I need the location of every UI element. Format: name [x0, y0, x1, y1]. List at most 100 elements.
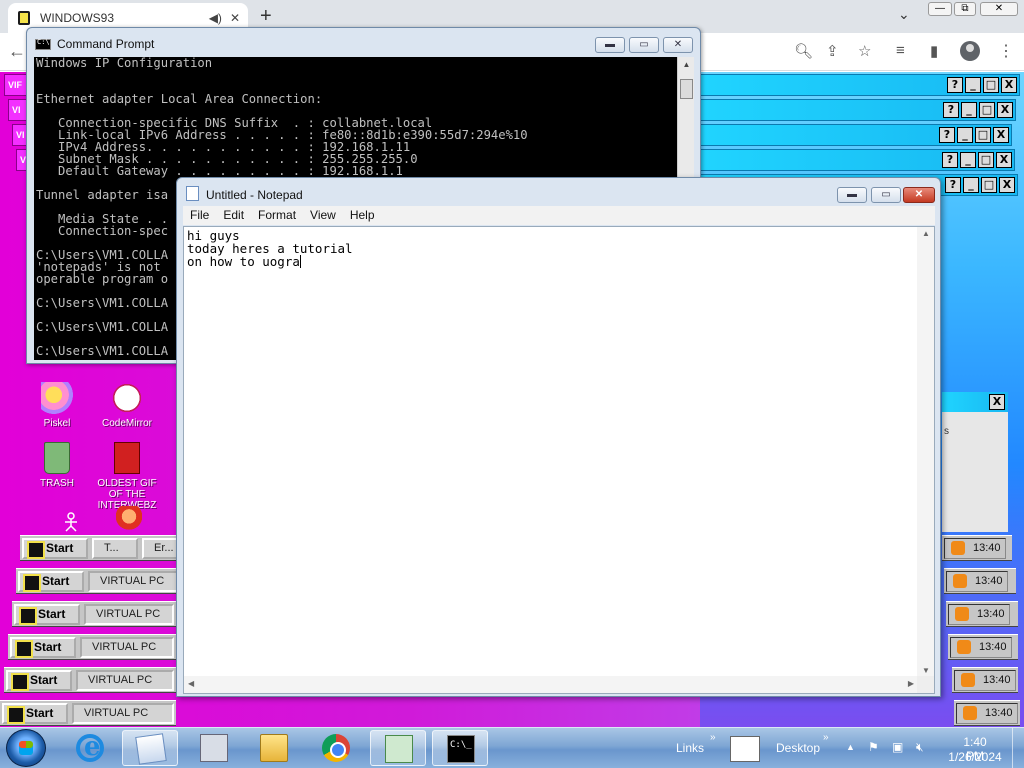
desktop-toolbar-label[interactable]: Desktop [776, 741, 820, 755]
trash-desktop-icon[interactable]: TRASH [22, 442, 92, 489]
w93-maximize-button[interactable]: □ [981, 177, 997, 193]
search-icon[interactable]: 🔍︎ [794, 42, 813, 60]
vertical-scrollbar[interactable]: ▲ ▼ [917, 227, 934, 677]
menu-file[interactable]: File [183, 206, 216, 225]
menu-edit[interactable]: Edit [216, 206, 251, 225]
taskbar-network[interactable] [186, 730, 242, 766]
w93-start-button[interactable]: Start [10, 637, 76, 658]
tab-search-icon[interactable]: ⌄ [898, 6, 910, 23]
start-button[interactable] [6, 729, 46, 767]
network-tray-icon[interactable]: ▣ [892, 740, 906, 754]
media-icon[interactable]: ≡ [896, 42, 905, 59]
speaker-icon[interactable]: ◀) [209, 11, 222, 25]
scroll-left-icon[interactable]: ◀ [188, 679, 194, 688]
w93-close-button[interactable]: X [996, 152, 1012, 168]
clock-date[interactable]: 1/26/2024 [945, 750, 1005, 764]
w93-start-button[interactable]: Start [18, 571, 84, 592]
menu-help[interactable]: Help [343, 206, 382, 225]
piskel-desktop-icon[interactable]: Piskel [22, 382, 92, 429]
taskbar-internet-explorer[interactable] [62, 730, 118, 766]
taskbar-chrome[interactable] [308, 730, 364, 766]
w93-task-button[interactable]: VIRTUAL PC [84, 604, 174, 625]
w93-minimize-button[interactable]: _ [961, 102, 977, 118]
browser-close-button[interactable]: ✕ [980, 2, 1018, 16]
w93-close-button[interactable]: X [989, 394, 1005, 410]
taskbar-command-prompt[interactable] [432, 730, 488, 766]
scroll-down-icon[interactable]: ▼ [922, 666, 930, 675]
w93-help-button[interactable]: ? [939, 127, 955, 143]
w93-start-button[interactable]: Start [2, 703, 68, 724]
close-button[interactable]: ✕ [663, 37, 693, 53]
mario-desktop-icon[interactable] [94, 506, 164, 536]
resize-grip[interactable] [917, 676, 934, 693]
browser-maximize-button[interactable]: ⧉ [954, 2, 976, 16]
minimize-button[interactable]: ▬ [595, 37, 625, 53]
w93-minimize-button[interactable]: _ [960, 152, 976, 168]
desktop-toolbar-icon[interactable] [730, 736, 760, 762]
scroll-right-icon[interactable]: ▶ [908, 679, 914, 688]
w93-help-button[interactable]: ? [943, 102, 959, 118]
w93-task-button[interactable]: VIRTUAL PC [76, 670, 174, 691]
profile-icon[interactable] [960, 41, 980, 61]
show-desktop-button[interactable] [1012, 728, 1024, 768]
w93-window-titlebar[interactable]: ? _ □ X [700, 99, 1016, 121]
w93-minimize-button[interactable]: _ [957, 127, 973, 143]
browser-minimize-button[interactable]: — [928, 2, 952, 16]
w93-maximize-button[interactable]: □ [979, 102, 995, 118]
links-toolbar-label[interactable]: Links [676, 741, 704, 755]
sidebar-icon[interactable]: ▮ [930, 42, 938, 60]
w93-close-button[interactable]: X [993, 127, 1009, 143]
chevron-icon[interactable]: » [710, 732, 716, 743]
w93-maximize-button[interactable]: □ [983, 77, 999, 93]
minimize-button[interactable]: ▬ [837, 187, 867, 203]
show-hidden-icons-icon[interactable]: ▲ [846, 742, 855, 752]
w93-minimize-button[interactable]: _ [963, 177, 979, 193]
w93-close-button[interactable]: X [999, 177, 1015, 193]
w93-help-button[interactable]: ? [947, 77, 963, 93]
maximize-button[interactable]: ▭ [871, 187, 901, 203]
w93-window-cap[interactable]: VIF [4, 74, 28, 96]
w93-task-button[interactable]: T... [92, 538, 138, 559]
taskbar-installer[interactable] [370, 730, 426, 766]
w93-task-button[interactable]: VIRTUAL PC [80, 637, 174, 658]
w93-window-titlebar[interactable]: ? _ □ X [700, 124, 1012, 146]
w93-window-titlebar[interactable]: ? _ □ X [700, 149, 1015, 171]
w93-start-button[interactable]: Start [14, 604, 80, 625]
volume-muted-icon[interactable]: 🔇︎ [916, 740, 930, 754]
menu-view[interactable]: View [303, 206, 343, 225]
close-button[interactable]: ✕ [903, 187, 935, 203]
scroll-up-icon[interactable]: ▲ [922, 229, 930, 238]
w93-close-button[interactable]: X [1001, 77, 1017, 93]
taskbar-explorer[interactable] [246, 730, 302, 766]
action-center-icon[interactable]: ⚑ [868, 740, 882, 754]
new-tab-icon[interactable]: + [260, 5, 272, 28]
w93-start-button[interactable]: Start [22, 538, 88, 559]
w93-help-button[interactable]: ? [945, 177, 961, 193]
taskbar-notepad[interactable] [122, 730, 178, 766]
horizontal-scrollbar[interactable]: ◀ ▶ [184, 676, 918, 693]
share-icon[interactable]: ⇪ [826, 42, 839, 60]
w93-task-button[interactable]: VIRTUAL PC [72, 703, 174, 724]
back-icon[interactable]: ← [8, 41, 26, 62]
w93-maximize-button[interactable]: □ [975, 127, 991, 143]
maximize-button[interactable]: ▭ [629, 37, 659, 53]
w93-minimize-button[interactable]: _ [965, 77, 981, 93]
w93-help-button[interactable]: ? [942, 152, 958, 168]
star-icon[interactable]: ☆ [858, 42, 871, 60]
editor-text[interactable]: hi guys today heres a tutorial on how to… [187, 229, 353, 268]
w93-start-button[interactable]: Start [6, 670, 72, 691]
oldest-gif-desktop-icon[interactable]: OLDEST GIF OF THE INTERWEBZ [92, 442, 162, 511]
menu-format[interactable]: Format [251, 206, 303, 225]
scroll-up-icon[interactable]: ▲ [678, 57, 695, 73]
menu-icon[interactable]: ⋮ [998, 41, 1014, 61]
notepad-window[interactable]: Untitled - Notepad ▬ ▭ ✕ File Edit Forma… [176, 177, 941, 697]
close-tab-icon[interactable]: ✕ [230, 11, 240, 25]
w93-task-button[interactable]: VIRTUAL PC [88, 571, 178, 592]
chevron-icon[interactable]: » [823, 732, 829, 743]
w93-maximize-button[interactable]: □ [978, 152, 994, 168]
w93-window-titlebar[interactable]: ? _ □ X [700, 74, 1020, 96]
command-prompt-titlebar[interactable]: Command Prompt ▬ ▭ ✕ [27, 28, 700, 58]
codemirror-desktop-icon[interactable]: CodeMirror [92, 382, 162, 429]
scroll-thumb[interactable] [680, 79, 693, 99]
w93-close-button[interactable]: X [997, 102, 1013, 118]
